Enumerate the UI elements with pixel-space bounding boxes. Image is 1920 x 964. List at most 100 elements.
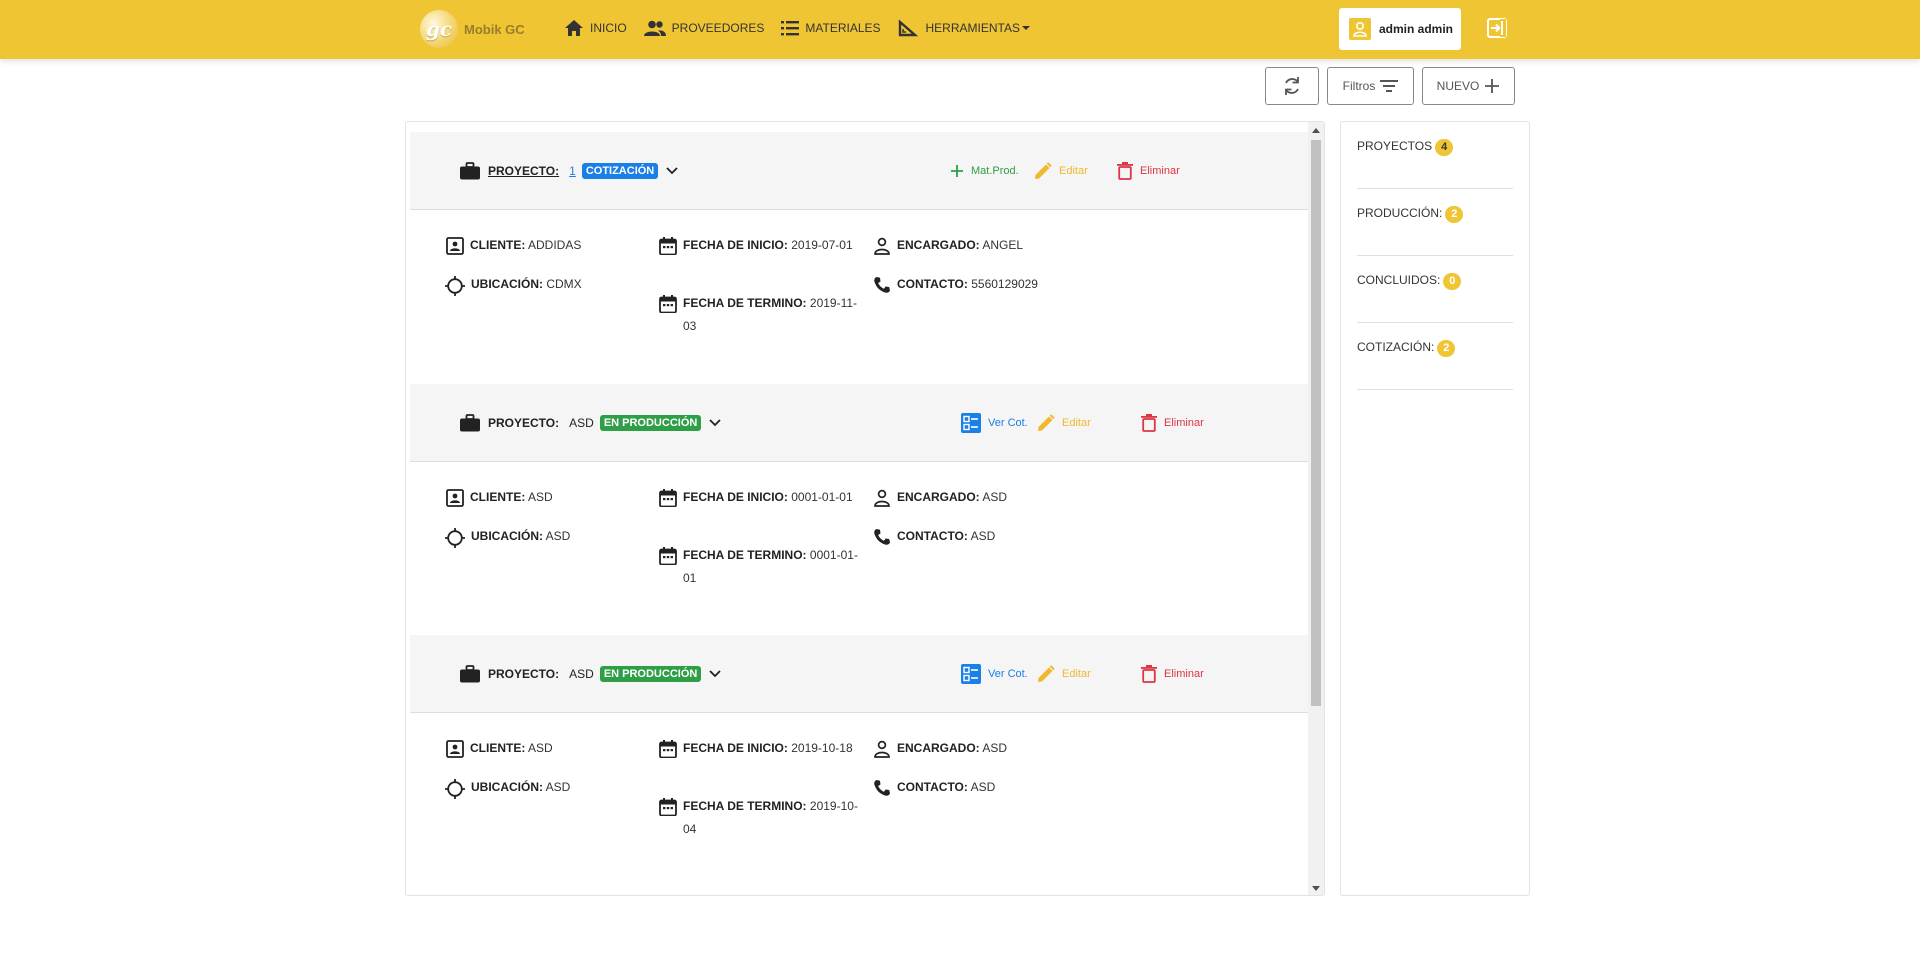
scroll-down-icon[interactable] <box>1312 886 1320 891</box>
project-title[interactable]: PROYECTO: 1 COTIZACIÓN <box>460 132 678 210</box>
project-label: PROYECTO: <box>488 164 560 178</box>
action-label: Eliminar <box>1164 417 1204 429</box>
start-date-value: 2019-07-01 <box>791 238 853 252</box>
checklist-icon <box>961 413 988 433</box>
project-header: PROYECTO: ASD EN PRODUCCIÓN Ver Cot. Editar E… <box>410 635 1308 713</box>
manager-value: ASD <box>982 741 1008 755</box>
calendar-icon <box>659 292 683 313</box>
action-label: Editar <box>1062 668 1091 680</box>
contact-value: ASD <box>970 780 996 794</box>
project-card: PROYECTO: ASD EN PRODUCCIÓN Ver Cot. Editar E… <box>410 384 1308 624</box>
edit-button[interactable]: Editar <box>1037 384 1091 462</box>
project-name[interactable]: 1 <box>569 164 576 178</box>
status-badge: EN PRODUCCIÓN <box>599 415 702 431</box>
checklist-icon <box>961 664 988 684</box>
calendar-icon <box>659 544 683 565</box>
start-date-field: FECHA DE INICIO: 2019-10-18 <box>659 737 861 760</box>
ver-cot-button[interactable]: Ver Cot. <box>961 384 1028 462</box>
scroll-up-icon[interactable] <box>1312 128 1320 133</box>
pencil-icon <box>1037 414 1062 432</box>
plus-icon <box>1485 79 1500 93</box>
projects-panel: PROYECTO: 1 COTIZACIÓN Mat.Prod. Editar Elimi… <box>405 121 1325 896</box>
filters-button[interactable]: Filtros <box>1327 67 1414 105</box>
logout-icon <box>1487 18 1507 38</box>
manager-field: ENCARGADO: ASD <box>873 737 1097 760</box>
logo: gc <box>420 10 458 48</box>
trash-icon <box>1141 665 1164 683</box>
client-field: CLIENTE: ADDIDAS <box>446 234 650 257</box>
edit-button[interactable]: Editar <box>1037 635 1091 713</box>
chevron-down-icon[interactable] <box>709 419 721 427</box>
edit-button[interactable]: Editar <box>1034 132 1088 210</box>
project-card: PROYECTO: 1 COTIZACIÓN Mat.Prod. Editar Elimi… <box>410 132 1308 372</box>
contact-field: CONTACTO: ASD <box>873 525 1097 548</box>
mat-prod-button[interactable]: Mat.Prod. <box>950 132 1019 210</box>
contact-field: CONTACTO: 5560129029 <box>873 273 1097 296</box>
refresh-button[interactable] <box>1265 67 1319 105</box>
project-title[interactable]: PROYECTO: ASD EN PRODUCCIÓN <box>460 384 721 462</box>
status-badge: EN PRODUCCIÓN <box>599 666 702 682</box>
action-label: Ver Cot. <box>988 668 1028 680</box>
user-menu[interactable]: admin admin <box>1339 8 1461 50</box>
manager-field: ENCARGADO: ANGEL <box>873 234 1097 257</box>
summary-label: PROYECTOS <box>1357 139 1433 153</box>
vertical-scrollbar[interactable] <box>1308 122 1324 895</box>
field-label: CONTACTO: <box>897 529 968 543</box>
end-date-field: FECHA DE TERMINO: 2019-10-04 <box>659 795 861 841</box>
brand-name: Mobik GC <box>464 21 525 37</box>
calendar-icon <box>659 737 683 758</box>
field-label: CLIENTE: <box>470 490 526 504</box>
nav-item-herramientas[interactable]: HERRAMIENTAS <box>898 19 1030 37</box>
chevron-down-icon[interactable] <box>666 167 678 175</box>
contact-value: ASD <box>970 529 996 543</box>
projects-list[interactable]: PROYECTO: 1 COTIZACIÓN Mat.Prod. Editar Elimi… <box>410 122 1308 895</box>
top-navbar: gc Mobik GC INICIO PROVEEDORES MATERIALE… <box>0 0 1920 59</box>
field-label: CONTACTO: <box>897 780 968 794</box>
project-header: PROYECTO: ASD EN PRODUCCIÓN Ver Cot. Editar E… <box>410 384 1308 462</box>
count-badge: 2 <box>1437 340 1456 357</box>
field-label: FECHA DE INICIO: <box>683 238 788 252</box>
nav-item-proveedores[interactable]: PROVEEDORES <box>643 20 764 36</box>
users-icon <box>643 20 666 36</box>
scroll-thumb[interactable] <box>1311 140 1321 706</box>
new-button[interactable]: NUEVO <box>1422 67 1515 105</box>
project-name: ASD <box>569 416 594 430</box>
summary-cotizacion[interactable]: COTIZACIÓN: 2 <box>1357 323 1513 390</box>
nav-item-label: MATERIALES <box>805 21 881 35</box>
action-label: Editar <box>1062 417 1091 429</box>
delete-button[interactable]: Eliminar <box>1141 384 1204 462</box>
nav-item-inicio[interactable]: INICIO <box>564 19 627 37</box>
plus-icon <box>950 164 971 178</box>
trash-icon <box>1141 414 1164 432</box>
delete-button[interactable]: Eliminar <box>1141 635 1204 713</box>
chevron-down-icon[interactable] <box>709 670 721 678</box>
project-title[interactable]: PROYECTO: ASD EN PRODUCCIÓN <box>460 635 721 713</box>
action-label: Editar <box>1059 165 1088 177</box>
action-label: Eliminar <box>1164 668 1204 680</box>
client-value: ASD <box>528 741 553 755</box>
ver-cot-button[interactable]: Ver Cot. <box>961 635 1028 713</box>
nav-item-materiales[interactable]: MATERIALES <box>781 20 881 36</box>
trash-icon <box>1117 162 1140 180</box>
field-label: UBICACIÓN: <box>471 780 543 794</box>
location-target-icon <box>445 776 471 799</box>
action-label: Ver Cot. <box>988 417 1028 429</box>
summary-proyectos[interactable]: PROYECTOS 4 <box>1357 122 1513 189</box>
count-badge: 2 <box>1445 206 1464 223</box>
phone-icon <box>873 525 897 546</box>
summary-produccion[interactable]: PRODUCCIÓN: 2 <box>1357 189 1513 256</box>
location-field: UBICACIÓN: ASD <box>445 525 651 548</box>
field-label: UBICACIÓN: <box>471 529 543 543</box>
client-field: CLIENTE: ASD <box>446 486 650 509</box>
field-label: FECHA DE TERMINO: <box>683 296 807 310</box>
contact-value: 5560129029 <box>971 277 1038 291</box>
location-target-icon <box>445 525 471 548</box>
brand[interactable]: gc Mobik GC <box>420 9 525 49</box>
calendar-icon <box>659 486 683 507</box>
phone-icon <box>873 776 897 797</box>
start-date-value: 0001-01-01 <box>791 490 853 504</box>
phone-icon <box>873 273 897 294</box>
summary-concluidos[interactable]: CONCLUIDOS: 0 <box>1357 256 1513 323</box>
delete-button[interactable]: Eliminar <box>1117 132 1180 210</box>
logout-button[interactable] <box>1486 17 1508 44</box>
